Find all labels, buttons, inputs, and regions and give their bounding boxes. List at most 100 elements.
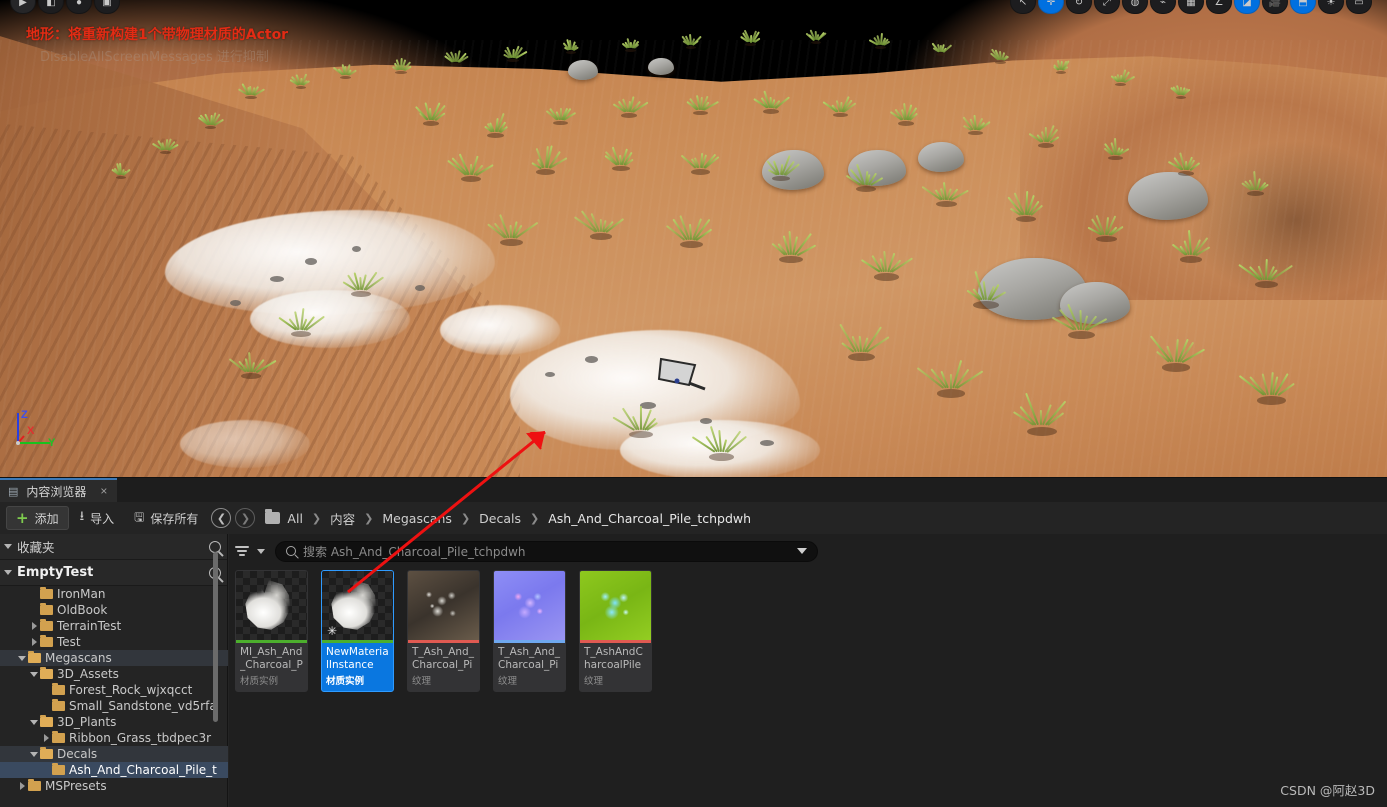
favorites-header[interactable]: 收藏夹: [0, 534, 227, 560]
filter-icon[interactable]: [235, 544, 251, 558]
breadcrumb-separator: ❯: [312, 512, 321, 525]
ash-speckle: [700, 418, 712, 424]
import-button[interactable]: ⭳ 导入: [71, 506, 124, 530]
tree-item-label: Decals: [57, 747, 97, 761]
tree-item-small-sandstone-vd5rfa[interactable]: Small_Sandstone_vd5rfa: [0, 698, 228, 714]
tab-content-browser[interactable]: ▤ 内容浏览器 ×: [0, 478, 117, 502]
project-header[interactable]: EmptyTest: [0, 560, 227, 586]
ash-speckle: [270, 276, 284, 282]
folder-open-icon: [40, 749, 53, 759]
asset-tile[interactable]: T_Ash_And_Charcoal_Pile_...纹理: [407, 570, 480, 692]
folder-icon: [52, 685, 65, 695]
tree-item-forest-rock-wjxqcct[interactable]: Forest_Rock_wjxqcct: [0, 682, 228, 698]
close-icon[interactable]: ×: [100, 484, 107, 498]
tree-item-oldbook[interactable]: OldBook: [0, 602, 228, 618]
chevron-down-icon[interactable]: [28, 672, 40, 677]
tree-item-label: Ribbon_Grass_tbdpec3r: [69, 731, 211, 745]
ash-speckle: [585, 356, 598, 363]
folder-icon: [40, 605, 53, 615]
breadcrumb-item-current[interactable]: Ash_And_Charcoal_Pile_tchpdwh: [546, 510, 753, 527]
chevron-right-icon[interactable]: [40, 734, 52, 742]
content-browser-commandbar: + 添加 ⭳ 导入 🖫 保存所有 ❮ ❯ All ❯ 内容 ❯ Megascan…: [0, 502, 1387, 534]
save-all-button-label: 保存所有: [150, 510, 198, 527]
decal-placement-cursor: [655, 355, 707, 395]
tree-item-label: 3D_Assets: [57, 667, 119, 681]
ash-speckle: [415, 285, 425, 291]
breadcrumb-separator: ❯: [461, 512, 470, 525]
texture-preview-icon: [502, 579, 556, 631]
navigate-back-icon[interactable]: ❮: [211, 508, 231, 528]
project-label: EmptyTest: [17, 565, 93, 580]
sources-panel: 收藏夹 EmptyTest IronManOldBookTerrainTestT…: [0, 534, 228, 807]
tree-item-terraintest[interactable]: TerrainTest: [0, 618, 228, 634]
search-placeholder: 搜索 Ash_And_Charcoal_Pile_tchpdwh: [303, 543, 790, 560]
chevron-right-icon[interactable]: [16, 782, 28, 790]
tree-item-label: IronMan: [57, 587, 105, 601]
asset-tile[interactable]: MI_Ash_And_Charcoal_Pile_...材质实例: [235, 570, 308, 692]
gizmo-y-label: Y: [48, 437, 55, 449]
asset-tile[interactable]: T_Ash_And_Charcoal_Pile_...纹理: [493, 570, 566, 692]
asset-thumbnail: [494, 571, 565, 640]
tree-item-3d-assets[interactable]: 3D_Assets: [0, 666, 228, 682]
search-icon[interactable]: [209, 541, 221, 553]
content-browser-panel: ▤ 内容浏览器 × + 添加 ⭳ 导入 🖫 保存所有 ❮ ❯ All: [0, 477, 1387, 807]
breadcrumb-item-decals[interactable]: Decals: [477, 510, 523, 527]
chevron-down-icon[interactable]: [797, 548, 807, 554]
tree-item-mspresets[interactable]: MSPresets: [0, 778, 228, 794]
watermark: CSDN @阿赵3D: [1280, 780, 1375, 799]
asset-tile[interactable]: T_AshAndCharcoalPile_...纹理: [579, 570, 652, 692]
tree-item-ash-and-charcoal-pile-t[interactable]: Ash_And_Charcoal_Pile_t: [0, 762, 228, 778]
ash-speckle: [305, 258, 317, 265]
asset-thumbnail: [580, 571, 651, 640]
tree-item-decals[interactable]: Decals: [0, 746, 228, 762]
asset-meta: T_Ash_And_Charcoal_Pile_...纹理: [494, 643, 565, 691]
breadcrumb-item-content[interactable]: 内容: [328, 508, 357, 529]
import-button-label: 导入: [90, 510, 114, 527]
tree-item-label: Test: [57, 635, 81, 649]
favorites-label: 收藏夹: [17, 537, 55, 556]
add-button[interactable]: + 添加: [6, 506, 69, 530]
folder-tree[interactable]: IronManOldBookTerrainTestTestMegascans3D…: [0, 586, 228, 807]
search-input[interactable]: 搜索 Ash_And_Charcoal_Pile_tchpdwh: [275, 541, 818, 562]
breadcrumb-item-all[interactable]: All: [285, 510, 305, 527]
navigate-forward-icon[interactable]: ❯: [235, 508, 255, 528]
chevron-down-icon: [4, 570, 12, 575]
folder-icon: [52, 701, 65, 711]
asset-tile[interactable]: ✳NewMaterialInstance材质实例: [321, 570, 394, 692]
asset-type: 纹理: [412, 673, 475, 687]
chevron-down-icon[interactable]: [28, 752, 40, 757]
rock-mesh: [918, 142, 964, 172]
unreal-editor-window: Z X Y 地形：将重新构建1个带物理材质的Actor DisableAllSc…: [0, 0, 1387, 807]
save-all-button[interactable]: 🖫 保存所有: [125, 506, 207, 530]
tree-item-3d-plants[interactable]: 3D_Plants: [0, 714, 228, 730]
chevron-right-icon[interactable]: [28, 622, 40, 630]
folder-icon: [40, 589, 53, 599]
asset-name: T_Ash_And_Charcoal_Pile_...: [412, 646, 475, 672]
chevron-down-icon[interactable]: [257, 549, 265, 554]
asset-grid[interactable]: MI_Ash_And_Charcoal_Pile_...材质实例✳NewMate…: [235, 570, 1385, 807]
chevron-right-icon[interactable]: [28, 638, 40, 646]
folder-icon: [28, 781, 41, 791]
tree-item-ribbon-grass-tbdpec3r[interactable]: Ribbon_Grass_tbdpec3r: [0, 730, 228, 746]
breadcrumb: All ❯ 内容 ❯ Megascans ❯ Decals ❯ Ash_And_…: [265, 508, 753, 529]
filter-search-bar: 搜索 Ash_And_Charcoal_Pile_tchpdwh: [229, 534, 1387, 568]
tree-item-label: 3D_Plants: [57, 715, 116, 729]
level-viewport[interactable]: Z X Y 地形：将重新构建1个带物理材质的Actor DisableAllSc…: [0, 0, 1387, 477]
gizmo-z-label: Z: [21, 409, 28, 421]
chevron-down-icon[interactable]: [16, 656, 28, 661]
asset-type: 材质实例: [326, 673, 389, 687]
folder-icon: [40, 637, 53, 647]
chevron-down-icon: [4, 544, 12, 549]
chevron-down-icon[interactable]: [28, 720, 40, 725]
asset-meta: T_Ash_And_Charcoal_Pile_...纹理: [408, 643, 479, 691]
tree-item-megascans[interactable]: Megascans: [0, 650, 228, 666]
tree-scrollbar[interactable]: [213, 552, 218, 722]
tree-item-test[interactable]: Test: [0, 634, 228, 650]
plus-icon: +: [16, 511, 29, 526]
asset-thumbnail: ✳: [322, 571, 393, 640]
asset-view-panel: 搜索 Ash_And_Charcoal_Pile_tchpdwh MI_Ash_…: [229, 534, 1387, 807]
texture-preview-icon: [588, 579, 642, 631]
breadcrumb-item-megascans[interactable]: Megascans: [380, 510, 454, 527]
tree-item-ironman[interactable]: IronMan: [0, 586, 228, 602]
tree-item-label: Ash_And_Charcoal_Pile_t: [69, 763, 217, 777]
